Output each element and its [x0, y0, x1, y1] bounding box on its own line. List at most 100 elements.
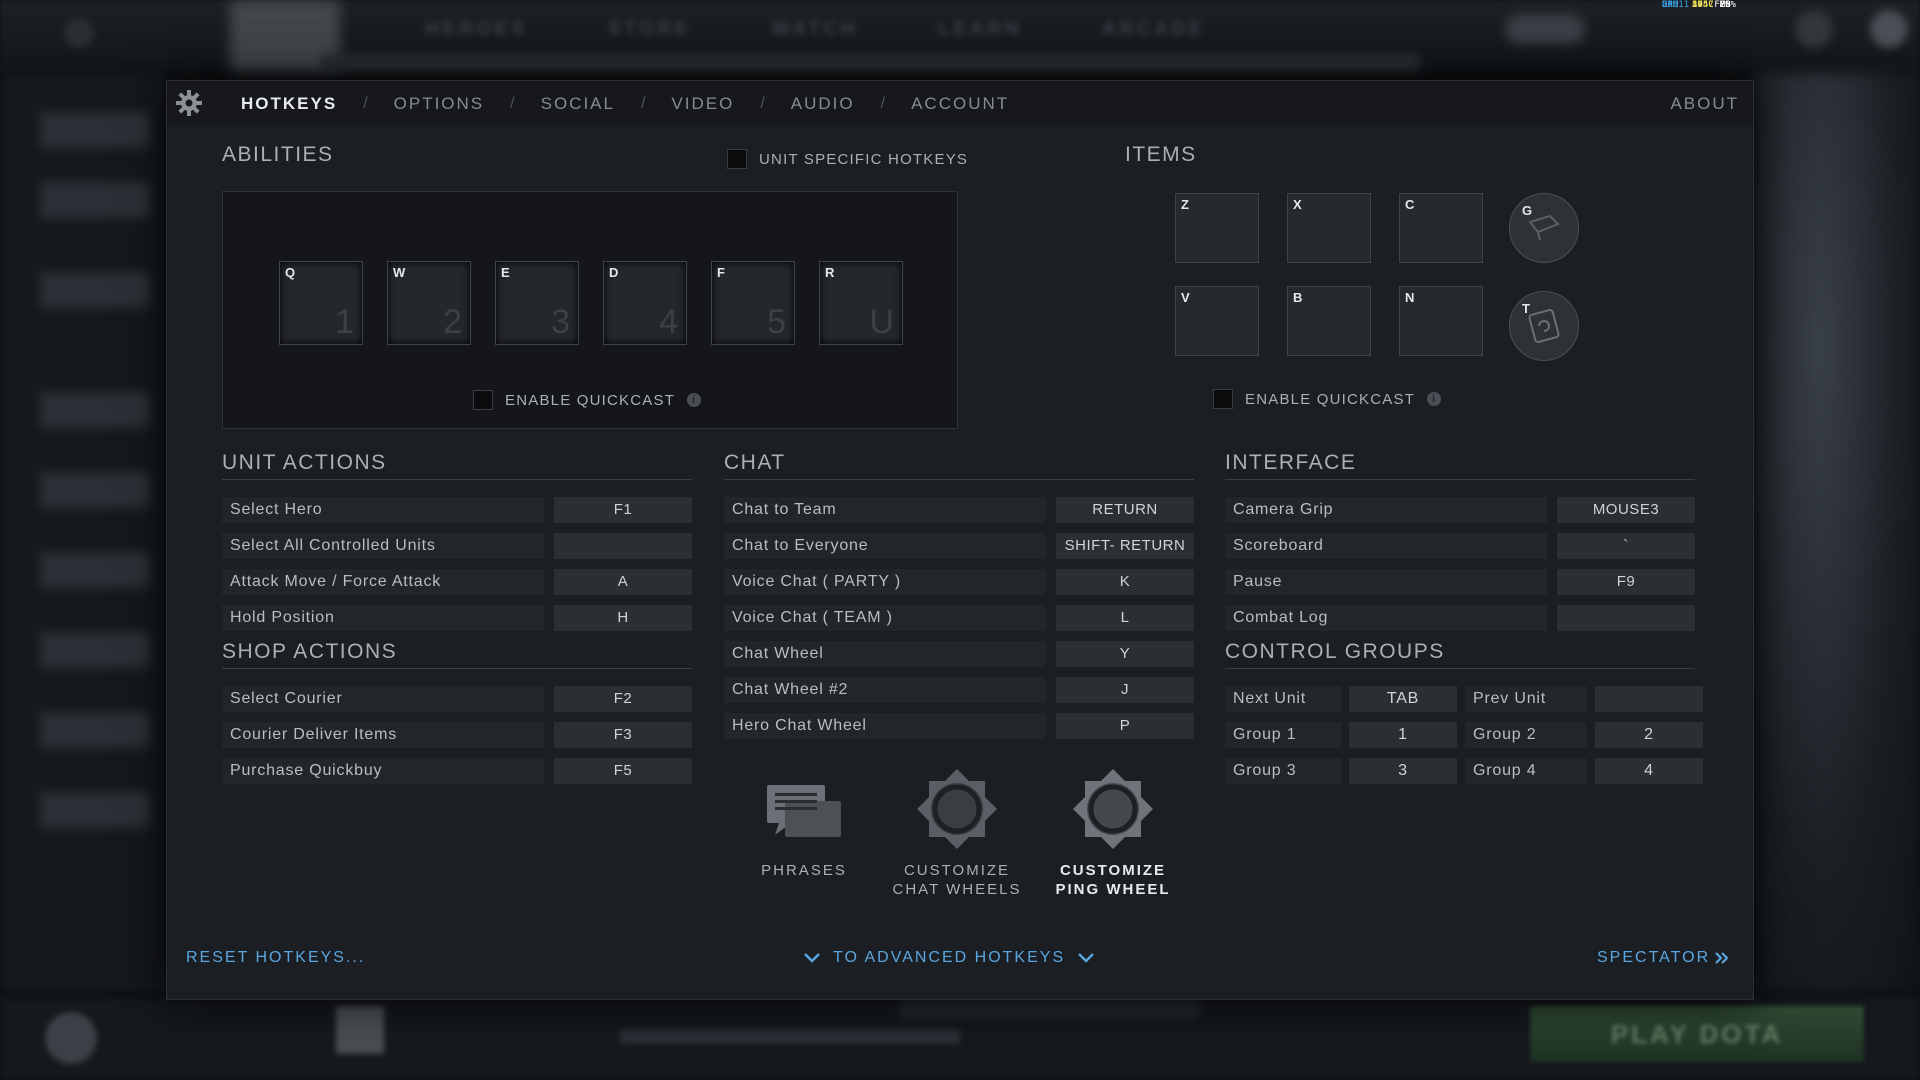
about-link[interactable]: ABOUT: [1670, 94, 1739, 114]
hotkey-binding[interactable]: [1557, 605, 1695, 631]
ability-number: 1: [335, 303, 354, 341]
hotkey-binding[interactable]: J: [1056, 677, 1194, 703]
hotkey-binding[interactable]: SHIFT- RETURN: [1056, 533, 1194, 559]
item-key: Z: [1181, 197, 1189, 212]
hotkey-binding[interactable]: Y: [1056, 641, 1194, 667]
checkbox-box[interactable]: [473, 390, 493, 410]
button-label-line: PING WHEEL: [1055, 881, 1171, 898]
spectator-link[interactable]: SPECTATOR: [1597, 949, 1730, 967]
hotkey-binding[interactable]: L: [1056, 605, 1194, 631]
checkbox-box[interactable]: [727, 149, 747, 169]
item-slot-c[interactable]: C: [1399, 193, 1483, 263]
control-groups-title: CONTROL GROUPS: [1225, 640, 1445, 663]
background-block: [40, 792, 150, 828]
ability-slot-f[interactable]: F 5: [711, 261, 795, 345]
hotkey-label: Hold Position: [222, 605, 544, 631]
background-nav-heroes: HEROES: [425, 18, 528, 40]
glyph-icon: [1528, 214, 1560, 241]
control-group-binding[interactable]: 3: [1349, 758, 1457, 784]
hotkey-binding[interactable]: MOUSE3: [1557, 497, 1695, 523]
tab-account[interactable]: ACCOUNT: [911, 94, 1009, 114]
hotkey-label: Chat to Team: [724, 497, 1046, 523]
background-block: [40, 712, 150, 748]
button-label-line: CHAT WHEELS: [892, 881, 1022, 898]
reset-hotkeys-link[interactable]: RESET HOTKEYS...: [186, 949, 365, 967]
hotkey-binding[interactable]: [554, 533, 692, 559]
hotkey-binding[interactable]: F3: [554, 722, 692, 748]
phrases-icon[interactable]: [763, 781, 845, 847]
hotkey-binding[interactable]: RETURN: [1056, 497, 1194, 523]
control-group-label: Group 4: [1465, 758, 1587, 784]
tab-hotkeys[interactable]: HOTKEYS: [241, 94, 337, 114]
control-group-binding[interactable]: [1595, 686, 1703, 712]
unit-actions-title: UNIT ACTIONS: [222, 451, 387, 474]
hotkey-binding[interactable]: A: [554, 569, 692, 595]
tab-separator: /: [640, 95, 646, 112]
customize-chat-wheels-button[interactable]: CUSTOMIZE CHAT WHEELS: [892, 861, 1022, 899]
hotkey-binding[interactable]: F9: [1557, 569, 1695, 595]
control-group-binding[interactable]: 1: [1349, 722, 1457, 748]
neutral-item-slot[interactable]: G: [1509, 193, 1579, 263]
hotkey-label: Chat Wheel #2: [724, 677, 1046, 703]
unit-specific-hotkeys-checkbox[interactable]: UNIT SPECIFIC HOTKEYS: [727, 149, 968, 169]
background-nav-learn: LEARN: [937, 18, 1022, 40]
hotkey-binding[interactable]: H: [554, 605, 692, 631]
hotkey-binding[interactable]: P: [1056, 713, 1194, 739]
section-divider: [222, 668, 692, 669]
control-group-binding[interactable]: 4: [1595, 758, 1703, 784]
ability-key: R: [825, 265, 835, 280]
abilities-panel: Q 1 W 2 E 3 D 4 F 5 R U ENABLE QUICKCAST…: [222, 191, 958, 429]
hotkey-label: Select Hero: [222, 497, 544, 523]
tp-scroll-slot[interactable]: T: [1509, 291, 1579, 361]
tab-audio[interactable]: AUDIO: [791, 94, 855, 114]
abilities-quickcast-checkbox[interactable]: ENABLE QUICKCAST i: [473, 390, 702, 410]
item-slot-v[interactable]: V: [1175, 286, 1259, 356]
control-group-binding[interactable]: TAB: [1349, 686, 1457, 712]
ability-slot-d[interactable]: D 4: [603, 261, 687, 345]
item-slot-n[interactable]: N: [1399, 286, 1483, 356]
info-icon[interactable]: i: [687, 393, 702, 407]
hotkey-binding[interactable]: F2: [554, 686, 692, 712]
item-key: N: [1405, 290, 1415, 305]
phrases-button[interactable]: PHRASES: [739, 861, 869, 880]
background-block: [40, 552, 150, 588]
ability-slot-r[interactable]: R U: [819, 261, 903, 345]
ability-slot-q[interactable]: Q 1: [279, 261, 363, 345]
advanced-hotkeys-link[interactable]: TO ADVANCED HOTKEYS: [803, 949, 1095, 967]
background-block: [40, 272, 150, 308]
background-block: [40, 112, 150, 148]
hotkey-binding[interactable]: K: [1056, 569, 1194, 595]
ability-slot-w[interactable]: W 2: [387, 261, 471, 345]
hotkey-binding[interactable]: `: [1557, 533, 1695, 559]
tab-video[interactable]: VIDEO: [671, 94, 734, 114]
play-dota-button[interactable]: PLAY DOTA: [1530, 1006, 1864, 1062]
ability-key: F: [717, 265, 725, 280]
perf-value: 144: [1692, 0, 1709, 10]
hotkey-binding[interactable]: F5: [554, 758, 692, 784]
hotkey-label: Scoreboard: [1225, 533, 1547, 559]
gear-icon[interactable]: [175, 89, 203, 117]
tab-separator: /: [760, 95, 765, 112]
ability-slot-e[interactable]: E 3: [495, 261, 579, 345]
ability-number: 4: [659, 303, 678, 341]
info-icon[interactable]: i: [1427, 392, 1442, 406]
settings-tab-bar: HOTKEYS / OPTIONS / SOCIAL / VIDEO / AUD…: [167, 81, 1753, 125]
tab-separator: /: [880, 95, 886, 112]
tab-social[interactable]: SOCIAL: [541, 94, 615, 114]
tab-options[interactable]: OPTIONS: [394, 94, 485, 114]
customize-ping-wheel-button[interactable]: CUSTOMIZE PING WHEEL: [1048, 861, 1178, 899]
perf-label: D3D11: [1662, 0, 1690, 10]
background-avatar: [45, 1012, 97, 1064]
items-quickcast-checkbox[interactable]: ENABLE QUICKCAST i: [1213, 389, 1442, 409]
hotkey-binding[interactable]: F1: [554, 497, 692, 523]
checkbox-box[interactable]: [1213, 389, 1233, 409]
background-progress-bar: [320, 54, 1420, 72]
ping-wheel-icon[interactable]: [1071, 767, 1155, 851]
chat-wheel-icon[interactable]: [915, 767, 999, 851]
item-slot-x[interactable]: X: [1287, 193, 1371, 263]
background-left-panel: [0, 72, 168, 992]
item-key: C: [1405, 197, 1415, 212]
control-group-binding[interactable]: 2: [1595, 722, 1703, 748]
item-slot-b[interactable]: B: [1287, 286, 1371, 356]
item-slot-z[interactable]: Z: [1175, 193, 1259, 263]
